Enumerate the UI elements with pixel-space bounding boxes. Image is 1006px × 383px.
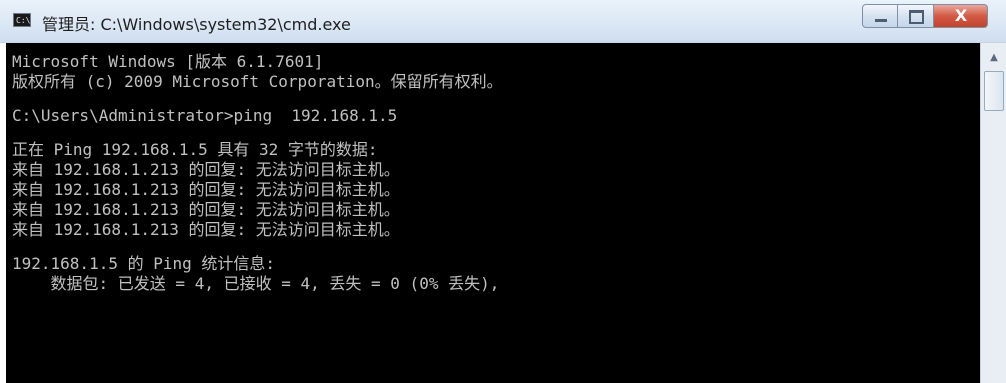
console-line: 来自 192.168.1.213 的回复: 无法访问目标主机。 <box>12 160 400 179</box>
maximize-icon <box>909 10 924 24</box>
console-line: 正在 Ping 192.168.1.5 具有 32 字节的数据: <box>12 140 378 159</box>
console-line: Microsoft Windows [版本 6.1.7601] <box>12 52 324 71</box>
console-line: 来自 192.168.1.213 的回复: 无法访问目标主机。 <box>12 180 400 199</box>
cmd-app-icon[interactable]: C:\ <box>13 13 31 27</box>
vertical-scrollbar[interactable]: ▲ <box>980 43 1006 383</box>
scroll-thumb[interactable] <box>984 71 1004 111</box>
console-line: 来自 192.168.1.213 的回复: 无法访问目标主机。 <box>12 220 400 239</box>
console-line: 来自 192.168.1.213 的回复: 无法访问目标主机。 <box>12 200 400 219</box>
console-line: 版权所有 (c) 2009 Microsoft Corporation。保留所有… <box>12 72 503 91</box>
maximize-button[interactable] <box>898 4 934 28</box>
scroll-up-icon[interactable]: ▲ <box>987 53 1001 63</box>
close-icon: X <box>954 6 968 25</box>
console-line: 数据包: 已发送 = 4, 已接收 = 4, 丢失 = 0 (0% 丢失), <box>12 274 500 293</box>
window-title: 管理员: C:\Windows\system32\cmd.exe <box>42 15 351 34</box>
console-line: 192.168.1.5 的 Ping 统计信息: <box>12 254 276 273</box>
close-button[interactable]: X <box>934 4 988 28</box>
console-lines: Microsoft Windows [版本 6.1.7601] 版权所有 (c) … <box>12 52 503 294</box>
title-bar[interactable]: C:\ 管理员: C:\Windows\system32\cmd.exe X <box>0 0 1006 43</box>
window-controls: X <box>862 4 988 30</box>
minimize-button[interactable] <box>862 4 898 28</box>
cmd-window: C:\ 管理员: C:\Windows\system32\cmd.exe X M… <box>0 0 1006 383</box>
console-output[interactable]: Microsoft Windows [版本 6.1.7601] 版权所有 (c) … <box>6 43 980 383</box>
minimize-icon <box>875 19 887 22</box>
console-line: C:\Users\Administrator>ping 192.168.1.5 <box>12 106 398 125</box>
